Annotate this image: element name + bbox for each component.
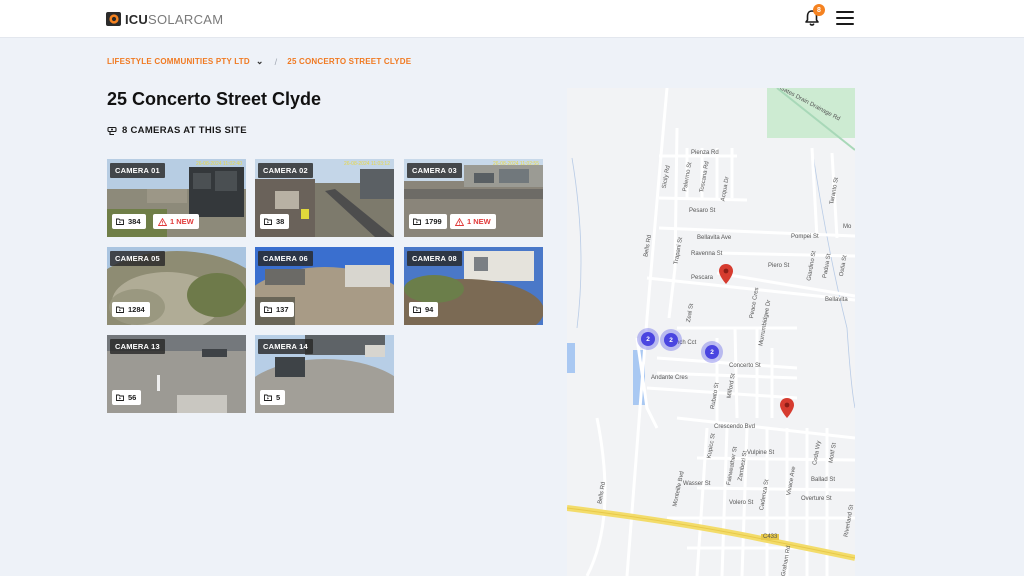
camera-card[interactable]: CAMERA 13 56 — [107, 335, 246, 413]
camera-name: CAMERA 08 — [407, 251, 462, 266]
camera-count-label: 8 CAMERAS AT THIS SITE — [122, 125, 247, 136]
top-bar: ICU SOLARCAM 8 — [0, 0, 1024, 38]
clip-count-value: 1284 — [128, 305, 145, 314]
hamburger-icon-bar — [836, 11, 854, 13]
brand-name-bold: ICU — [125, 11, 148, 27]
clip-count-value: 38 — [276, 217, 285, 226]
brand-name-light: SOLARCAM — [148, 11, 224, 27]
folder-icon — [116, 394, 124, 401]
cctv-icon — [107, 126, 117, 135]
hamburger-icon-bar — [836, 23, 854, 25]
map-label: Bellavita — [825, 297, 848, 303]
breadcrumb: LIFESTYLE COMMUNITIES PTY LTD ⌄ / 25 CON… — [107, 56, 411, 67]
folder-icon — [116, 218, 124, 225]
folder-icon — [264, 394, 272, 401]
map-label: Concerto St — [729, 363, 761, 369]
map-cluster-marker[interactable]: 2 — [637, 328, 659, 350]
map-label: Overture St — [801, 496, 832, 502]
map-label: Pesaro St — [689, 208, 716, 214]
camera-name: CAMERA 02 — [258, 163, 313, 178]
cluster-count: 2 — [664, 333, 678, 347]
camera-card[interactable]: CAMERA 14 5 — [255, 335, 394, 413]
clip-count: 137 — [260, 302, 294, 317]
folder-icon — [413, 306, 421, 313]
camera-card[interactable]: CAMERA 06 137 — [255, 247, 394, 325]
clip-count-value: 56 — [128, 393, 137, 402]
clip-count: 38 — [260, 214, 290, 229]
map-label: Bellavita Ave — [697, 235, 732, 241]
camera-name: CAMERA 01 — [110, 163, 165, 178]
clip-count: 94 — [409, 302, 439, 317]
camera-name: CAMERA 06 — [258, 251, 313, 266]
camera-timestamp: 26-08-2024 11:02:55 — [492, 161, 539, 167]
clip-count: 1284 — [112, 302, 150, 317]
map-label: Volero St — [729, 500, 754, 506]
site-map[interactable]: Eagle Gates Drain Drainage Rd Pienza Rd … — [567, 88, 855, 576]
menu-button[interactable] — [836, 11, 854, 25]
map-label: Vulpine St — [747, 450, 775, 456]
clip-count-value: 137 — [276, 305, 289, 314]
camera-card[interactable]: CAMERA 08 94 — [404, 247, 543, 325]
map-label: Pompei St — [791, 234, 819, 240]
logo[interactable]: ICU SOLARCAM — [106, 10, 223, 28]
map-label: Crescendo Bvd — [714, 424, 756, 430]
map-label: Wasser St — [683, 481, 711, 487]
new-badge: 1 NEW — [450, 214, 496, 229]
camera-name: CAMERA 14 — [258, 339, 313, 354]
camera-card[interactable]: CAMERA 02 26-08-2024 11:03:12 38 — [255, 159, 394, 237]
folder-icon — [116, 306, 124, 313]
notification-count-badge: 8 — [813, 4, 825, 16]
clip-count: 1799 — [409, 214, 447, 229]
new-badge-label: 1 NEW — [467, 217, 491, 226]
new-badge: 1 NEW — [153, 214, 199, 229]
map-pin-icon[interactable] — [780, 398, 794, 418]
map-label: Pescara — [691, 275, 714, 281]
warning-icon — [455, 217, 464, 226]
map-label: Mo — [843, 224, 852, 230]
map-pin-icon[interactable] — [719, 264, 733, 284]
folder-icon — [264, 218, 272, 225]
clip-count: 5 — [260, 390, 286, 405]
camera-name: CAMERA 13 — [110, 339, 165, 354]
camera-count: 8 CAMERAS AT THIS SITE — [107, 125, 247, 136]
clip-count: 56 — [112, 390, 142, 405]
cluster-count: 2 — [705, 345, 719, 359]
clip-count-value: 94 — [425, 305, 434, 314]
clip-count-value: 1799 — [425, 217, 442, 226]
camera-name: CAMERA 05 — [110, 251, 165, 266]
breadcrumb-org[interactable]: LIFESTYLE COMMUNITIES PTY LTD — [107, 57, 250, 66]
breadcrumb-separator: / — [274, 56, 278, 67]
hamburger-icon-bar — [836, 17, 854, 19]
map-roads — [567, 88, 855, 576]
clip-count: 384 — [112, 214, 146, 229]
notifications-button[interactable]: 8 — [803, 4, 825, 27]
map-label: Pienza Rd — [691, 150, 719, 156]
clip-count-value: 384 — [128, 217, 141, 226]
map-label: Ravenna St — [691, 251, 723, 257]
folder-icon — [264, 306, 272, 313]
new-badge-label: 1 NEW — [170, 217, 194, 226]
page-title: 25 Concerto Street Clyde — [107, 89, 322, 109]
clip-count-value: 5 — [276, 393, 281, 402]
camera-name: CAMERA 03 — [407, 163, 462, 178]
chevron-down-icon[interactable]: ⌄ — [256, 56, 264, 67]
camera-card[interactable]: CAMERA 03 26-08-2024 11:02:55 1799 1 NEW — [404, 159, 543, 237]
map-cluster-marker[interactable]: 2 — [701, 341, 723, 363]
camera-timestamp: 26-08-2024 11:03:12 — [343, 161, 390, 167]
folder-icon — [413, 218, 421, 225]
camera-card[interactable]: CAMERA 01 26-08-2024 11:02:40 384 1 NEW — [107, 159, 246, 237]
map-cluster-marker[interactable]: 2 — [660, 329, 682, 351]
warning-icon — [158, 217, 167, 226]
road-shield: C433 — [761, 534, 780, 540]
camera-card[interactable]: CAMERA 05 1284 — [107, 247, 246, 325]
map-label: Ballad St — [811, 477, 836, 483]
cluster-count: 2 — [641, 332, 655, 346]
breadcrumb-site[interactable]: 25 CONCERTO STREET CLYDE — [287, 57, 411, 66]
map-label: Piero St — [768, 263, 790, 269]
camera-timestamp: 26-08-2024 11:02:40 — [195, 161, 242, 167]
logo-icon — [106, 11, 122, 27]
map-label: Andante Cres — [651, 375, 688, 381]
